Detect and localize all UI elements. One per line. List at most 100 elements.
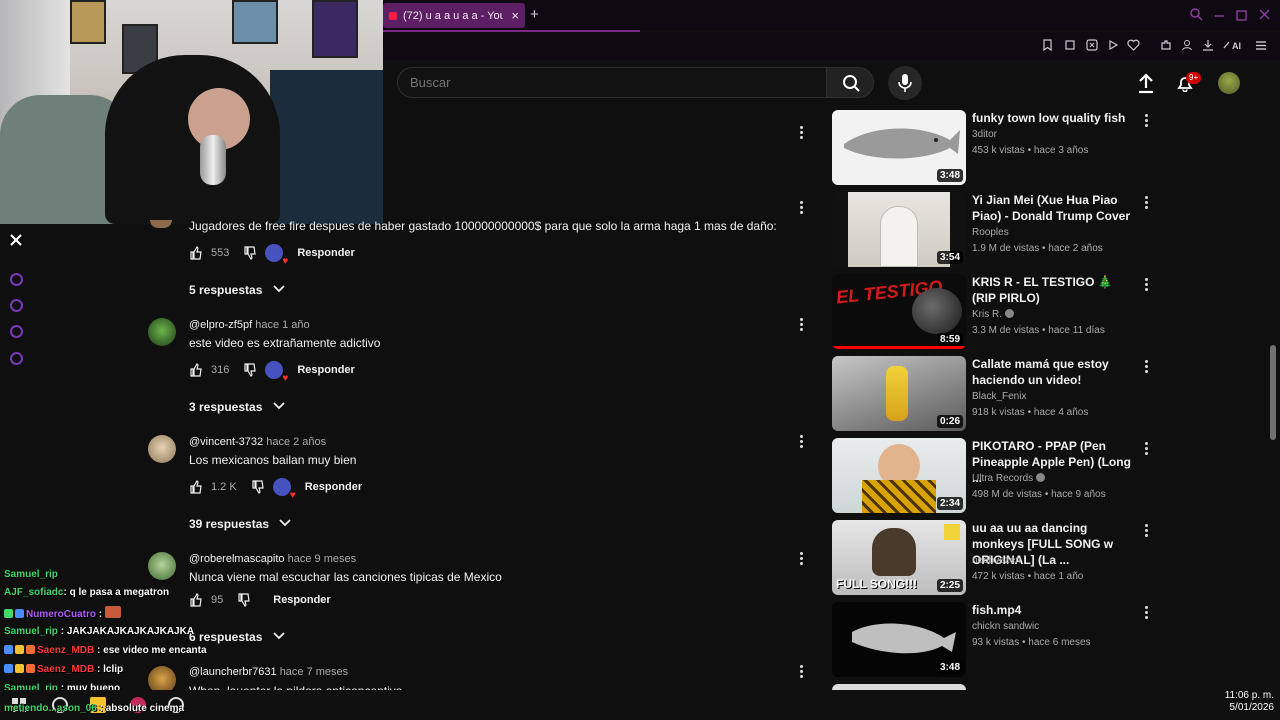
video-thumbnail[interactable]: FULL SONG!!! 2:25	[832, 520, 966, 595]
video-thumbnail[interactable]: 3:54	[832, 192, 966, 267]
reply-button[interactable]: Responder	[297, 364, 354, 376]
reply-button[interactable]: Responder	[297, 247, 354, 259]
recommended-video[interactable]: EL TESTIGO 8:59 KRIS R - EL TESTIGO 🎄 (R…	[832, 274, 1162, 352]
system-clock[interactable]: 11:06 p. m. 5/01/2026	[1225, 690, 1274, 714]
comment-author[interactable]: @elpro-zf5pf	[189, 319, 252, 331]
scrollbar-thumb[interactable]	[1270, 345, 1276, 440]
dislike-icon[interactable]	[243, 363, 257, 377]
like-icon[interactable]	[189, 593, 203, 607]
dislike-icon[interactable]	[243, 246, 257, 260]
like-icon[interactable]	[189, 246, 203, 260]
video-menu-icon[interactable]	[1145, 278, 1148, 293]
voice-search-button[interactable]	[888, 66, 922, 100]
comment-author[interactable]: @vincent-3732	[189, 436, 263, 448]
channel-name[interactable]: chickn sandwic	[972, 621, 1039, 632]
video-menu-icon[interactable]	[1145, 360, 1148, 375]
monkey-thumbnail-image	[872, 528, 916, 576]
sidebar-extension-icon[interactable]	[10, 325, 23, 338]
play-icon[interactable]	[1106, 39, 1119, 52]
comment-menu-icon[interactable]	[800, 552, 804, 567]
recommended-video[interactable]: 2:34 PIKOTARO - PPAP (Pen Pineapple Appl…	[832, 438, 1162, 516]
tab-close-icon[interactable]: ×	[511, 8, 519, 23]
dislike-icon[interactable]	[251, 480, 265, 494]
chat-separator: :	[96, 703, 106, 714]
reply-button[interactable]: Responder	[305, 481, 362, 493]
chat-separator: :	[94, 645, 104, 656]
channel-name[interactable]: Kris R.	[972, 309, 1014, 320]
like-icon[interactable]	[189, 480, 203, 494]
video-menu-icon[interactable]	[1145, 524, 1148, 539]
heart-icon[interactable]	[1127, 39, 1140, 52]
replies-toggle[interactable]: 6 respuestas	[189, 630, 286, 644]
close-window-icon[interactable]	[1259, 8, 1270, 23]
comment-avatar[interactable]	[148, 318, 176, 346]
sidebar-play-icon[interactable]	[10, 273, 23, 286]
recommended-video[interactable]: FULL SONG!!! 2:25 uu aa uu aa dancing mo…	[832, 520, 1162, 598]
comment-menu-icon[interactable]	[800, 318, 804, 333]
video-menu-icon[interactable]	[1145, 606, 1148, 621]
recommended-video[interactable]: 3:48 funky town low quality fish 3ditor …	[832, 110, 1162, 188]
comment-author[interactable]: @roberelmascapito	[189, 553, 285, 565]
recommended-video[interactable]: 0:26 Callate mamá que estoy haciendo un …	[832, 356, 1162, 434]
channel-name[interactable]: neobvezen	[972, 555, 1021, 566]
download-icon[interactable]	[1201, 39, 1214, 52]
close-sidebar-icon[interactable]	[10, 233, 22, 251]
video-menu-icon[interactable]	[1145, 114, 1148, 129]
replies-toggle[interactable]: 3 respuestas	[189, 400, 286, 414]
screenshot-icon[interactable]	[1063, 39, 1076, 52]
comment-avatar[interactable]	[150, 220, 172, 228]
comment-menu-icon[interactable]	[800, 126, 804, 141]
video-thumbnail[interactable]: EL TESTIGO 8:59	[832, 274, 966, 349]
profile-icon[interactable]	[1180, 39, 1193, 52]
search-input[interactable]	[397, 67, 827, 98]
dislike-icon[interactable]	[237, 593, 251, 607]
minimize-icon[interactable]	[1214, 6, 1225, 22]
search-button[interactable]	[826, 67, 874, 98]
replies-toggle[interactable]: 39 respuestas	[189, 517, 292, 531]
extensions-icon[interactable]	[1159, 39, 1172, 52]
video-title[interactable]: Callate mamá que estoy haciendo un video…	[972, 356, 1137, 388]
comment-menu-icon[interactable]	[800, 201, 804, 216]
account-avatar[interactable]	[1218, 72, 1240, 94]
video-thumbnail[interactable]: 3:48	[832, 110, 966, 185]
comment-author[interactable]: @launcherbr7631	[189, 666, 277, 678]
tab-youtube[interactable]: (72) u a a u a a - You ×	[383, 3, 525, 28]
channel-name[interactable]: Black_Fenix	[972, 391, 1026, 402]
reply-button[interactable]: Responder	[273, 594, 330, 606]
chat-separator: :	[96, 609, 105, 620]
like-icon[interactable]	[189, 363, 203, 377]
shield-icon[interactable]	[1085, 39, 1098, 52]
video-title[interactable]: Yi Jian Mei (Xue Hua Piao Piao) - Donald…	[972, 192, 1137, 224]
replies-toggle[interactable]: 5 respuestas	[189, 283, 286, 297]
video-menu-icon[interactable]	[1145, 196, 1148, 211]
restore-icon[interactable]	[1236, 9, 1247, 24]
search-tabs-icon[interactable]	[1190, 8, 1203, 24]
recommended-video[interactable]: 3:48 fish.mp4 chickn sandwic 93 k vistas…	[832, 602, 1162, 680]
video-thumbnail[interactable]: 3:48	[832, 602, 966, 677]
channel-name[interactable]: Rooples	[972, 227, 1009, 238]
ai-assistant-icon[interactable]: AI	[1222, 39, 1246, 52]
comment-avatar[interactable]	[148, 435, 176, 463]
comment-menu-icon[interactable]	[800, 665, 804, 680]
video-title[interactable]: fish.mp4	[972, 602, 1137, 618]
channel-name[interactable]: Ultra Records	[972, 473, 1046, 484]
comment-menu-icon[interactable]	[800, 435, 804, 450]
recommended-video[interactable]: 3:54 Yi Jian Mei (Xue Hua Piao Piao) - D…	[832, 192, 1162, 270]
video-thumbnail[interactable]: 2:34	[832, 438, 966, 513]
channel-name[interactable]: 3ditor	[972, 129, 997, 140]
chat-text: ese video me encanta	[103, 645, 207, 656]
comment-avatar[interactable]	[148, 552, 176, 580]
sidebar-settings-icon[interactable]	[10, 352, 23, 365]
video-title[interactable]: KRIS R - EL TESTIGO 🎄 (RIP PIRLO)	[972, 274, 1137, 306]
microphone	[200, 135, 226, 185]
sidebar-history-icon[interactable]	[10, 299, 23, 312]
video-menu-icon[interactable]	[1145, 442, 1148, 457]
menu-icon[interactable]	[1254, 39, 1267, 52]
upload-icon[interactable]	[1136, 72, 1156, 94]
comment-text: Nunca viene mal escuchar las canciones t…	[189, 570, 502, 584]
new-tab-button[interactable]: +	[530, 6, 539, 23]
browser-toolbar	[383, 32, 1280, 60]
video-thumbnail[interactable]: 0:26	[832, 356, 966, 431]
bookmark-icon[interactable]	[1041, 39, 1054, 52]
video-title[interactable]: funky town low quality fish	[972, 110, 1137, 126]
